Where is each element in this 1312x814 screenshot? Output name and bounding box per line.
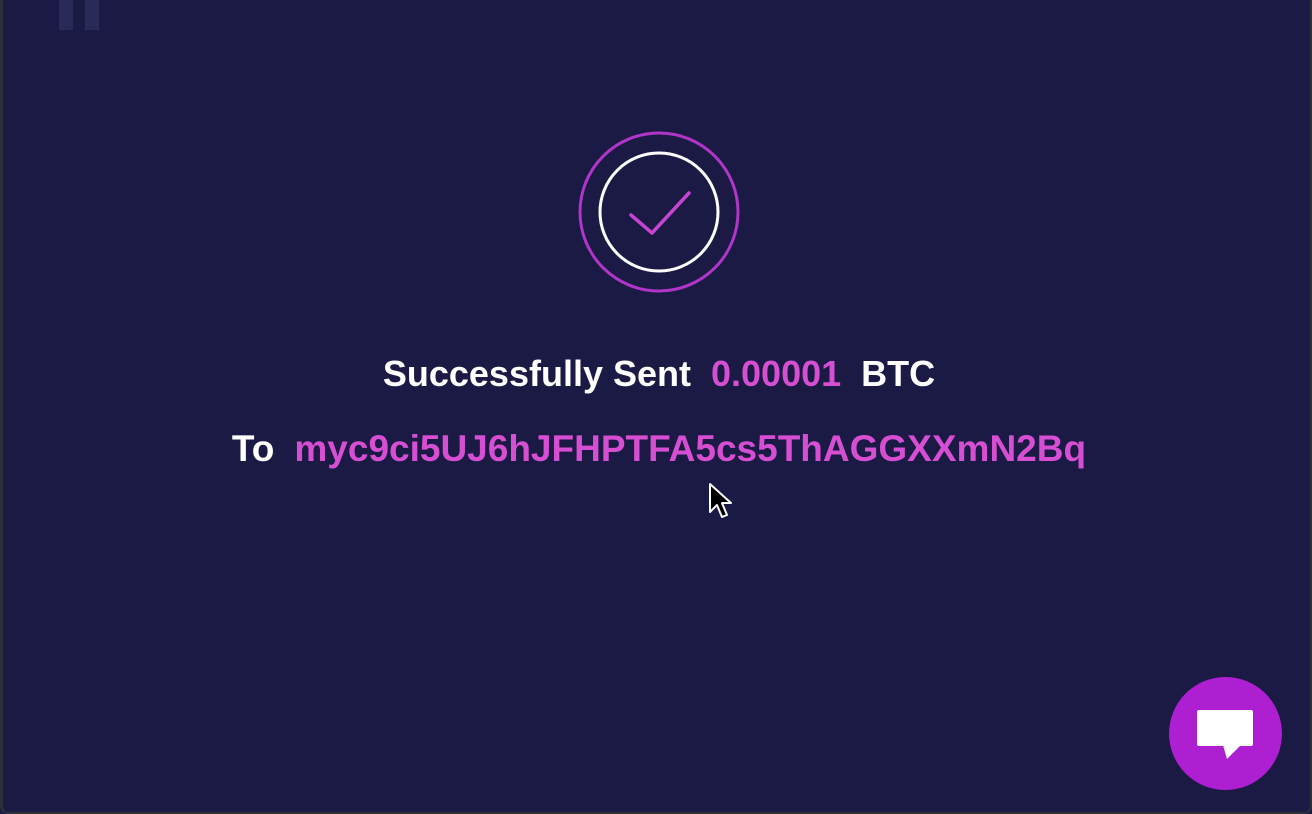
- check-circle-icon: [578, 131, 740, 293]
- sent-amount: 0.00001: [711, 353, 842, 394]
- sent-label: Successfully Sent: [382, 353, 691, 394]
- to-label: To: [231, 428, 275, 469]
- recipient-address[interactable]: myc9ci5UJ6hJFHPTFA5cs5ThAGGXXmN2Bq: [294, 428, 1086, 469]
- logo-icon: [59, 0, 99, 30]
- currency-label: BTC: [861, 353, 936, 394]
- chat-bubble-icon: [1197, 710, 1253, 759]
- chat-button[interactable]: [1169, 677, 1282, 790]
- mouse-cursor-icon: [709, 483, 732, 518]
- success-message: Successfully Sent 0.00001 BTC: [3, 352, 1310, 396]
- recipient-line: To myc9ci5UJ6hJFHPTFA5cs5ThAGGXXmN2Bq: [3, 427, 1310, 471]
- app-window: Successfully Sent 0.00001 BTC To myc9ci5UJ6…: [0, 0, 1312, 814]
